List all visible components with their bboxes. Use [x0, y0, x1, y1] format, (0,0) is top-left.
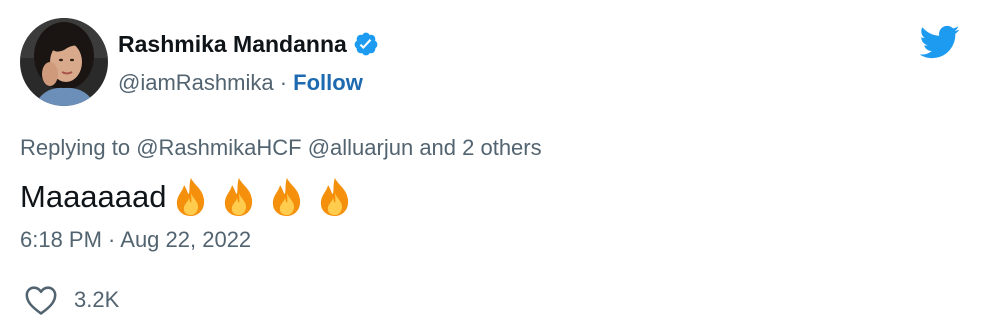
separator-dot: · — [279, 70, 288, 95]
fire-emoji-icon — [272, 178, 300, 216]
like-button[interactable]: 3.2K — [24, 284, 119, 316]
tweet-body: Maaaaaad — [20, 179, 167, 214]
heart-icon — [25, 286, 57, 315]
twitter-bird-icon[interactable] — [918, 24, 960, 60]
fire-emoji-icon — [320, 178, 348, 216]
follow-button[interactable]: Follow — [293, 70, 363, 95]
avatar-image — [20, 18, 108, 106]
tweet-text: Maaaaaad — [20, 175, 357, 219]
verified-badge-icon — [353, 31, 379, 57]
handle-row: @iamRashmika · Follow — [118, 69, 363, 97]
tweet-card: Rashmika Mandanna @iamRashmika · Follow … — [0, 0, 986, 329]
mention-link[interactable]: @RashmikaHCF — [136, 135, 301, 160]
tweet-timestamp[interactable]: 6:18 PM · Aug 22, 2022 — [20, 225, 251, 255]
fire-emoji-icon — [224, 178, 252, 216]
likes-count: 3.2K — [74, 287, 120, 312]
fire-emoji-icon — [176, 178, 204, 216]
author-name-row: Rashmika Mandanna — [118, 30, 379, 58]
others-link[interactable]: and 2 others — [419, 135, 541, 160]
replying-to-line: Replying to @RashmikaHCF @alluarjun and … — [20, 133, 542, 163]
replying-prefix: Replying to — [20, 135, 131, 160]
avatar[interactable] — [20, 18, 108, 106]
author-handle[interactable]: @iamRashmika — [118, 70, 274, 95]
fire-emoji-group — [169, 175, 357, 219]
mention-link[interactable]: @alluarjun — [308, 135, 414, 160]
author-display-name[interactable]: Rashmika Mandanna — [118, 30, 347, 58]
